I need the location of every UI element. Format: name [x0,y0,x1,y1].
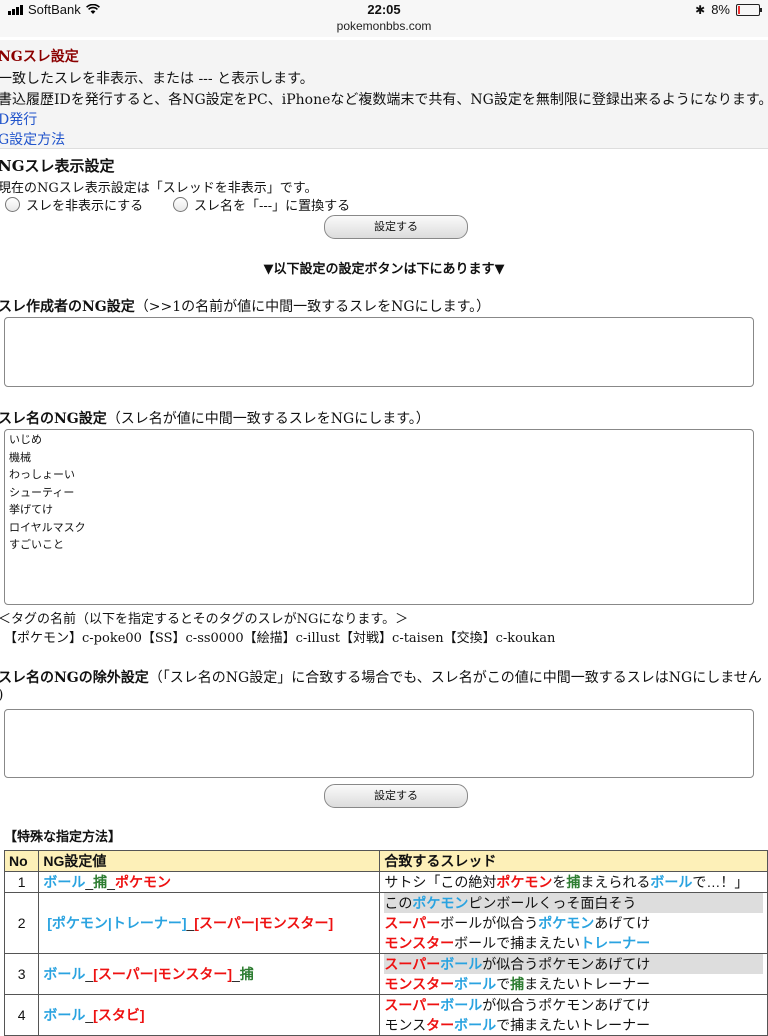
ng-value-cell: [ポケモン|トレーナー]_[スーパー|モンスター] [38,892,381,954]
table-row: 3 ボール_[スーパー|モンスター]_捕 スーパーボールが似合うポケモンあげてけ… [3,953,768,995]
exclude-set-button[interactable]: 設定する [324,784,468,808]
author-ng-title: スレ作成者のNG設定 [0,299,135,315]
name-ng-title: スレ名のNG設定 [0,411,107,427]
match-cell: スーパーボールが似合うポケモンあげてけ モンスターボールで捕まえたいトレーナー [379,953,768,995]
name-ng-heading: スレ名のNG設定（スレ名が値に中間一致するスレをNGにします。） [0,408,430,428]
address-bar-url[interactable]: pokemonbbs.com [0,19,768,33]
display-current-setting: 現在のNGスレ表示設定は「スレッドを非表示」です。 [0,181,318,196]
display-set-button[interactable]: 設定する [324,215,468,239]
ng-entry: 挙げてけ [9,504,53,516]
ng-entry: ロイヤルマスク [9,521,86,534]
table-header-row: No NG設定値 合致するスレッド [3,850,768,872]
special-heading: 【特殊な指定方法】 [4,830,122,845]
ng-howto-link[interactable]: G設定方法 [0,129,65,149]
exclude-textarea[interactable] [4,709,754,778]
radio-circle-icon[interactable] [5,197,20,212]
radio-circle-icon[interactable] [173,197,188,212]
row-no: 4 [3,994,40,1036]
exclude-heading: スレ名のNGの除外設定（「スレ名のNG設定」に合致する場合でも、スレ名がこの値に… [0,667,762,687]
ng-value-cell: ボール_捕_ポケモン [38,871,381,893]
ng-value-cell: ボール_[スタビ] [38,994,381,1036]
row-no: 3 [3,953,40,995]
radio-replace-label: スレ名を「---」に置換する [194,199,351,214]
table-row: 2 [ポケモン|トレーナー]_[スーパー|モンスター] このポケモンピンボールく… [3,892,768,954]
info-title: NGスレ設定 [0,49,79,65]
author-ng-desc: （>>1の名前が値に中間一致するスレをNGにします。） [134,299,491,315]
row-no: 2 [3,892,40,954]
info-line-1: 一致したスレを非表示、または --- と表示します。 [0,71,314,87]
exclude-title: スレ名のNGの除外設定 [0,670,149,686]
bluetooth-icon: ✱ [695,2,706,17]
name-ng-desc: （スレ名が値に中間一致するスレをNGにします。） [106,411,430,427]
exclude-desc: （「スレ名のNG設定」に合致する場合でも、スレ名がこの値に中間一致するスレはNG… [148,670,762,686]
battery-icon [736,3,762,16]
radio-hide-thread[interactable]: スレを非表示にする [5,195,143,214]
table-row: 1 ボール_捕_ポケモン サトシ「この絶対ポケモンを捕まえられるボールで…！」 [3,871,768,893]
ng-entry: わっしょーい [9,469,75,481]
tag-list: 【ポケモン】c-poke00【SS】c-ss0000【絵描】c-illust【対… [4,631,556,646]
match-cell: サトシ「この絶対ポケモンを捕まえられるボールで…！」 [379,871,768,893]
tag-heading: ＜タグの名前（以下を指定するとそのタグのスレがNGになります。＞ [0,612,409,627]
author-ng-value [5,318,753,322]
settings-notice: ▼以下設定の設定ボタンは下にあります▼ [263,262,505,277]
ng-entry: シューティー [9,486,75,499]
radio-hide-label: スレを非表示にする [26,199,144,214]
battery-percent: 8% [711,2,730,17]
id-issue-link[interactable]: D発行 [0,109,37,129]
col-ng-value: NG設定値 [38,850,381,872]
author-ng-textarea[interactable] [4,317,754,387]
exclude-desc-cont: ) [0,687,3,703]
row-no: 1 [3,871,40,893]
info-line-2: 書込履歴IDを発行すると、各NG設定をPC、iPhoneなど複数端末で共有、NG… [0,92,768,108]
table-row: 4 ボール_[スタビ] スーパーボールが似合うポケモンあげてけ モンスターボール… [3,994,768,1036]
name-ng-entries: いじめ 機械 わっしょーい シューティー 挙げてけ ロイヤルマスク すごいこと [5,430,753,557]
status-bar: SoftBank 22:05 pokemonbbs.com ✱ 8% [0,0,768,37]
ng-entry: いじめ [9,434,42,446]
match-cell: スーパーボールが似合うポケモンあげてけ モンスターボールで捕まえたいトレーナー [379,994,768,1036]
exclude-value [5,710,753,714]
ng-value-cell: ボール_[スーパー|モンスター]_捕 [38,953,381,995]
col-matching-thread: 合致するスレッド [379,850,768,872]
ng-entry: 機械 [9,451,31,464]
ng-info-panel: NGスレ設定 一致したスレを非表示、または --- と表示します。 書込履歴ID… [0,40,768,149]
radio-replace-name[interactable]: スレ名を「---」に置換する [173,195,350,214]
match-cell: このポケモンピンボールくっそ面白そう スーパーボールが似合うポケモンあげてけ モ… [379,892,768,954]
status-right: ✱ 8% [695,2,762,17]
clock: 22:05 [367,2,401,17]
author-ng-heading: スレ作成者のNG設定（>>1の名前が値に中間一致するスレをNGにします。） [0,296,490,316]
special-table: No NG設定値 合致するスレッド 1 ボール_捕_ポケモン サトシ「この絶対ポ… [3,850,768,1036]
col-no: No [3,850,40,872]
name-ng-textarea[interactable]: いじめ 機械 わっしょーい シューティー 挙げてけ ロイヤルマスク すごいこと [4,429,754,605]
ng-entry: すごいこと [9,539,64,551]
display-setting-title: NGスレ表示設定 [0,157,115,175]
